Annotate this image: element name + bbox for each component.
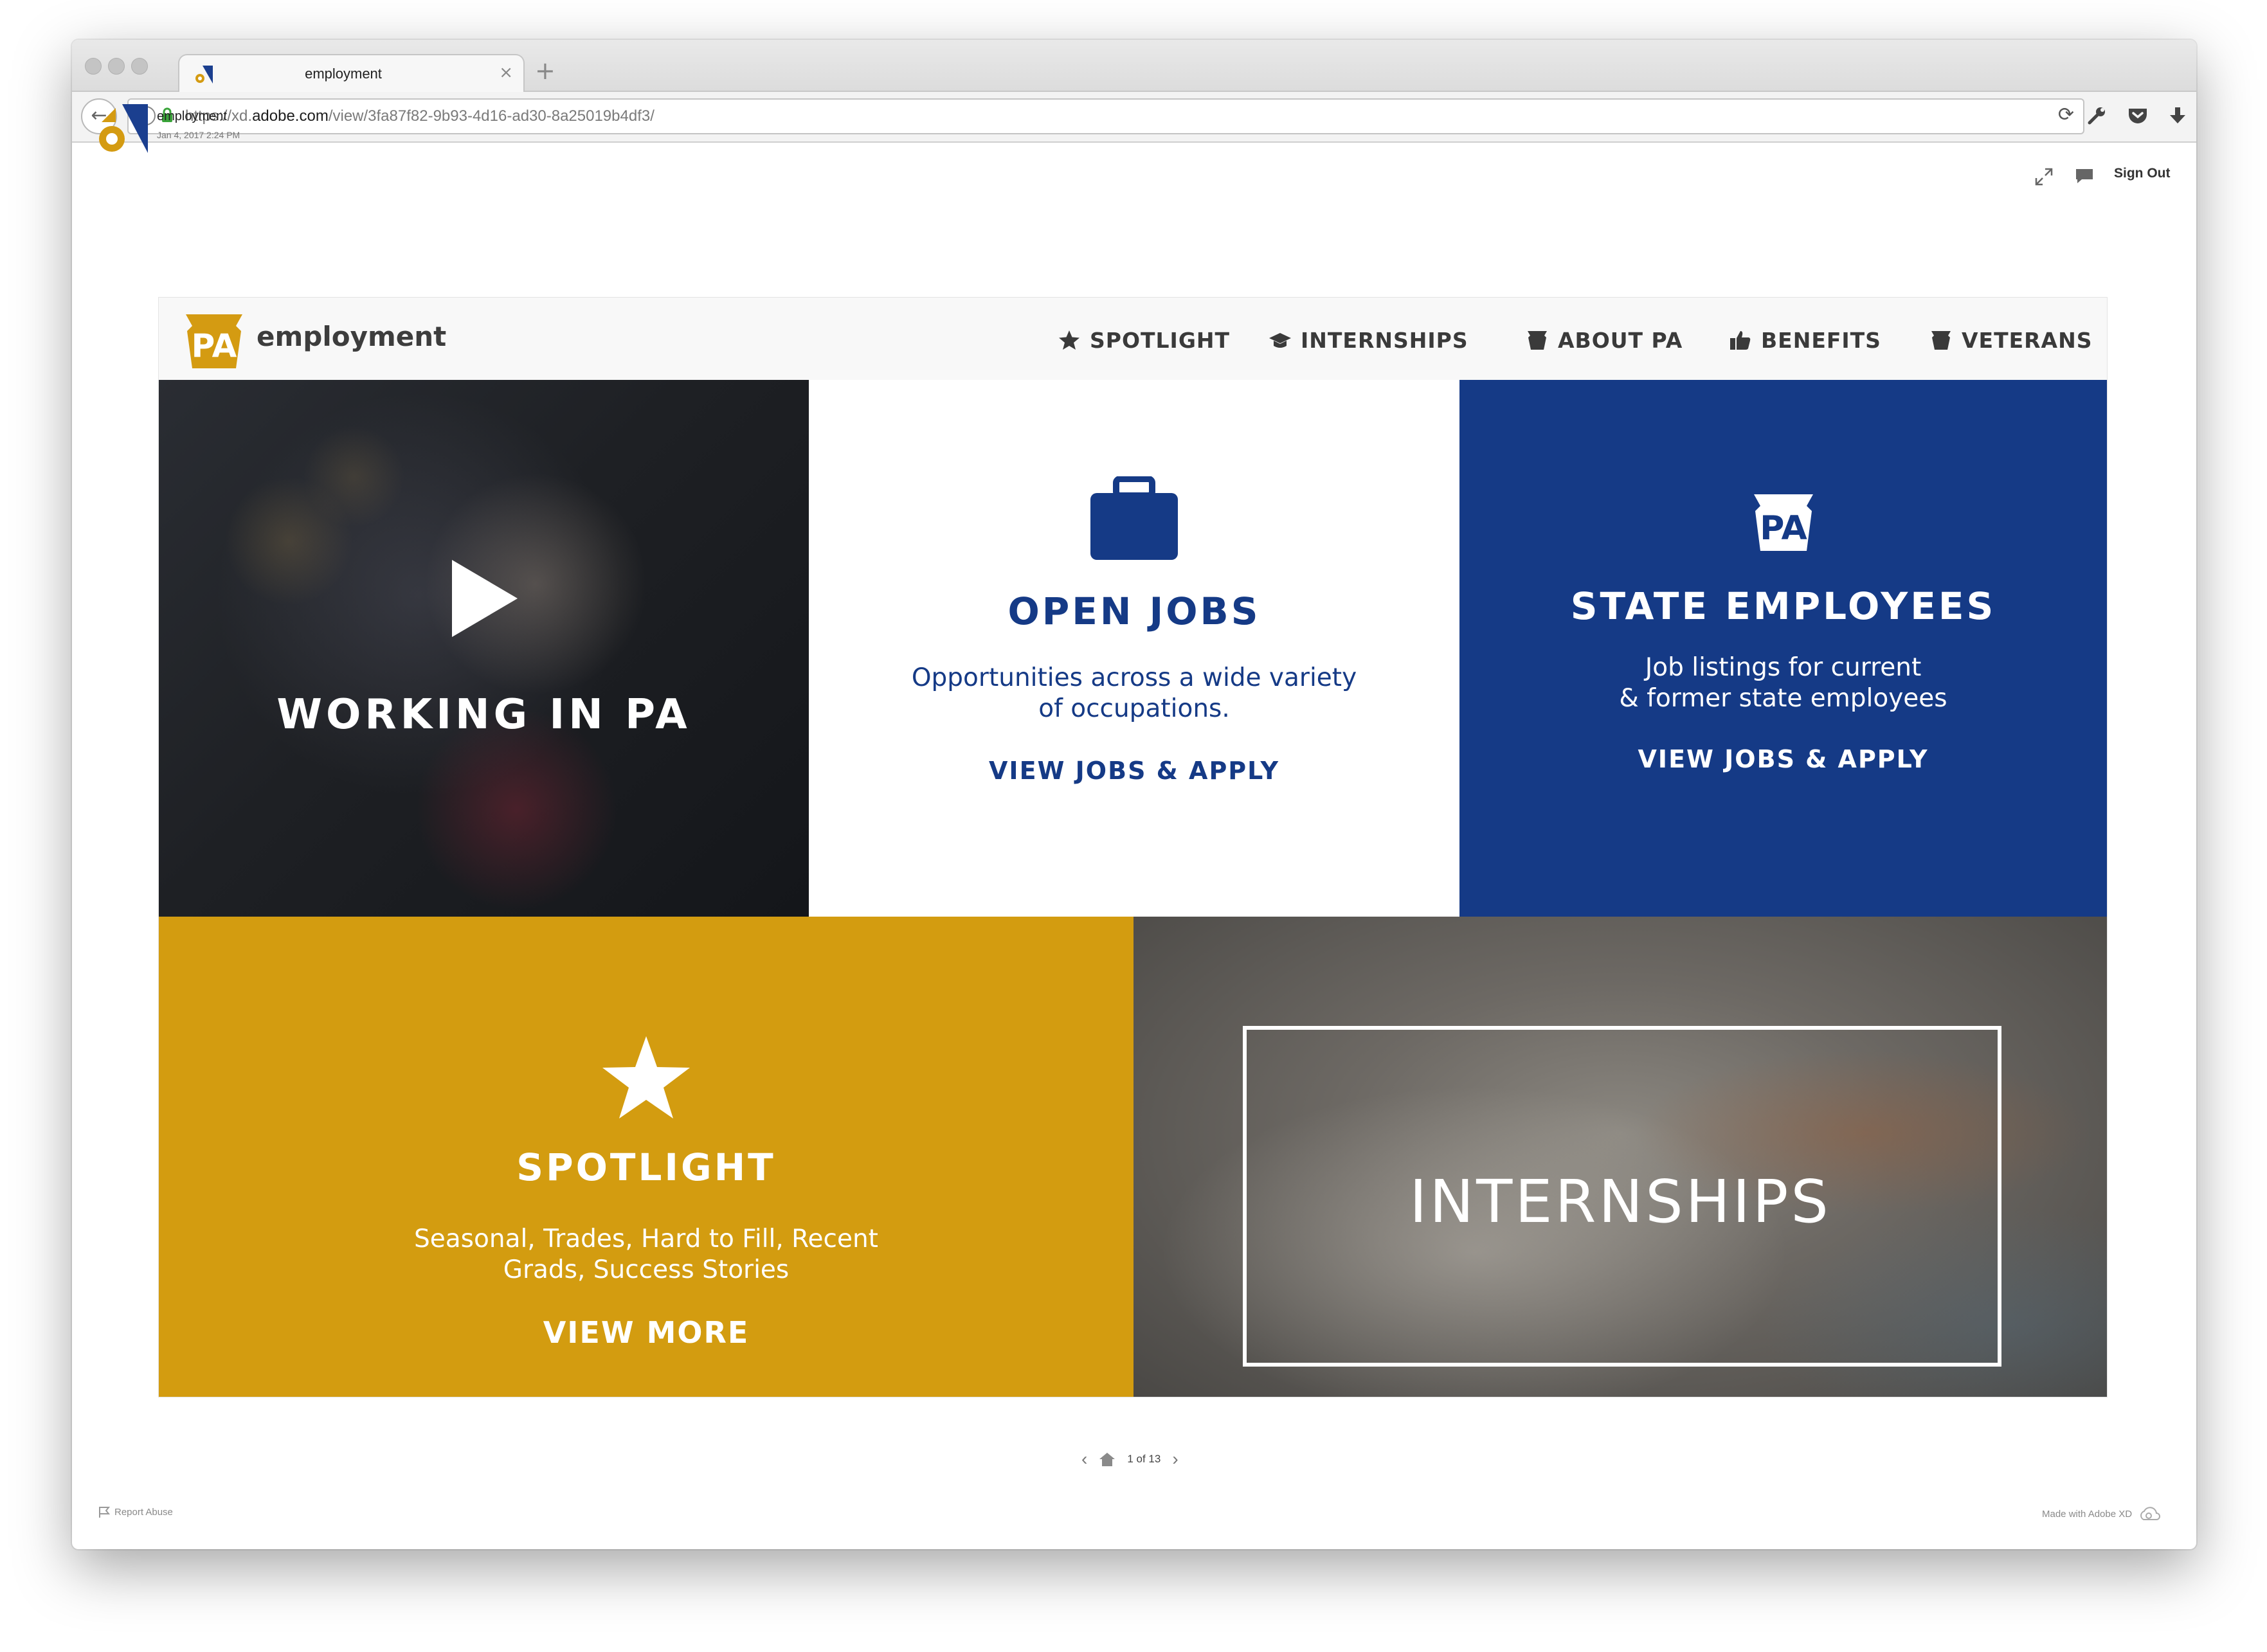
spotlight-line-2: Grads, Success Stories <box>503 1255 790 1284</box>
keystone-icon <box>1528 331 1547 350</box>
pa-logo-text: PA <box>192 327 237 364</box>
open-jobs-cta[interactable]: VIEW JOBS & APPLY <box>809 757 1459 785</box>
state-logo-text: PA <box>1760 509 1807 548</box>
state-employees-tile[interactable]: PA STATE EMPLOYEES Job listings for curr… <box>1459 380 2107 917</box>
nav-benefits[interactable]: BENEFITS <box>1729 327 1881 353</box>
artboard-pager: ‹ 1 of 13 › <box>1081 1446 1179 1472</box>
photo-background <box>159 380 809 917</box>
brand-name[interactable]: employment <box>257 321 446 352</box>
address-bar[interactable]: i https://xd.adobe.com/view/3fa87f82-9b9… <box>127 98 2084 134</box>
spotlight-tile[interactable]: SPOTLIGHT Seasonal, Trades, Hard to Fill… <box>159 917 1134 1397</box>
play-icon[interactable] <box>449 557 520 640</box>
internships-title: INTERNSHIPS <box>1409 1167 1831 1236</box>
state-employees-cta[interactable]: VIEW JOBS & APPLY <box>1459 745 2107 773</box>
artboard: PA employment SPOTLIGHT INTERNSHIPS ABOU… <box>158 297 2108 1397</box>
sign-out-link[interactable]: Sign Out <box>2114 166 2171 181</box>
report-abuse-link[interactable]: Report Abuse <box>98 1505 173 1518</box>
pa-keystone-logo[interactable]: PA <box>183 312 245 370</box>
flag-icon <box>99 1507 111 1518</box>
nav-label: ABOUT PA <box>1558 327 1683 353</box>
spotlight-line-1: Seasonal, Trades, Hard to Fill, Recent <box>414 1225 878 1253</box>
tab-title: employment <box>305 66 382 82</box>
prev-page-icon[interactable]: ‹ <box>1081 1449 1087 1469</box>
tab-close-icon[interactable]: × <box>499 63 513 82</box>
url-text: https://xd.adobe.com/view/3fa87f82-9b93-… <box>185 107 655 125</box>
home-icon[interactable] <box>1099 1451 1115 1467</box>
minimize-window-button[interactable] <box>108 58 125 75</box>
nav-label: BENEFITS <box>1761 327 1881 353</box>
star-icon <box>1059 330 1079 350</box>
spotlight-title: SPOTLIGHT <box>516 1145 776 1189</box>
download-icon[interactable] <box>2167 105 2189 127</box>
thumbs-up-icon <box>1730 331 1751 350</box>
state-employees-description: Job listings for current & former state … <box>1459 652 2107 714</box>
pa-keystone-icon: PA <box>1754 494 1813 551</box>
open-jobs-description: Opportunities across a wide variety of o… <box>809 663 1459 724</box>
fullscreen-icon[interactable] <box>2034 167 2054 186</box>
spotlight-description: Seasonal, Trades, Hard to Fill, Recent G… <box>159 1224 1134 1286</box>
nav-spotlight[interactable]: SPOTLIGHT <box>1058 327 1230 353</box>
briefcase-icon <box>1090 476 1178 560</box>
open-jobs-tile[interactable]: OPEN JOBS Opportunities across a wide va… <box>809 380 1459 917</box>
open-jobs-line-2: of occupations. <box>1038 694 1230 723</box>
open-jobs-line-1: Opportunities across a wide variety <box>911 663 1357 692</box>
working-in-pa-title: WORKING IN PA <box>276 691 691 739</box>
internships-tile[interactable]: INTERNSHIPS <box>1134 917 2107 1397</box>
xd-document-logo <box>99 104 148 153</box>
site-header: PA employment SPOTLIGHT INTERNSHIPS ABOU… <box>159 298 2107 381</box>
state-employees-title: STATE EMPLOYEES <box>1570 584 1996 628</box>
nav-label: SPOTLIGHT <box>1090 327 1231 353</box>
page-indicator: 1 of 13 <box>1127 1453 1161 1465</box>
reload-icon[interactable]: ⟳ <box>2058 103 2074 126</box>
keystone-icon <box>1931 331 1951 350</box>
working-in-pa-tile[interactable]: WORKING IN PA <box>159 380 809 917</box>
browser-window: employment × + ← i https://xd.adobe.com/… <box>72 40 2196 1549</box>
nav-internships[interactable]: INTERNSHIPS <box>1269 327 1468 353</box>
comment-icon[interactable] <box>2074 167 2095 185</box>
made-with-label: Made with Adobe XD <box>2042 1508 2133 1520</box>
open-jobs-title: OPEN JOBS <box>1007 589 1261 633</box>
nav-label: INTERNSHIPS <box>1301 327 1468 353</box>
zoom-window-button[interactable] <box>131 58 148 75</box>
state-line-2: & former state employees <box>1619 684 1947 713</box>
close-window-button[interactable] <box>85 58 102 75</box>
browser-toolbar: ← i https://xd.adobe.com/view/3fa87f82-9… <box>72 92 2196 143</box>
next-page-icon[interactable]: › <box>1172 1449 1178 1469</box>
wrench-icon[interactable] <box>2086 105 2108 127</box>
tab-strip: employment × + <box>72 40 2196 93</box>
document-date: Jan 4, 2017 2:24 PM <box>157 130 240 140</box>
state-line-1: Job listings for current <box>1645 653 1922 682</box>
new-tab-button[interactable]: + <box>535 57 555 85</box>
report-abuse-label: Report Abuse <box>114 1506 173 1518</box>
creative-cloud-icon <box>2140 1507 2161 1520</box>
nav-label: VETERANS <box>1962 327 2093 353</box>
nav-veterans[interactable]: VETERANS <box>1929 327 2092 353</box>
star-icon <box>602 1036 690 1118</box>
pocket-icon[interactable] <box>2127 105 2149 127</box>
document-title: employment <box>157 109 227 123</box>
spotlight-cta[interactable]: VIEW MORE <box>159 1315 1134 1350</box>
graduation-cap-icon <box>1269 333 1291 348</box>
made-with-xd: Made with Adobe XD <box>2042 1505 2162 1522</box>
browser-tab[interactable]: employment × <box>178 54 525 93</box>
nav-about-pa[interactable]: ABOUT PA <box>1526 327 1683 353</box>
favicon-icon <box>195 66 213 84</box>
